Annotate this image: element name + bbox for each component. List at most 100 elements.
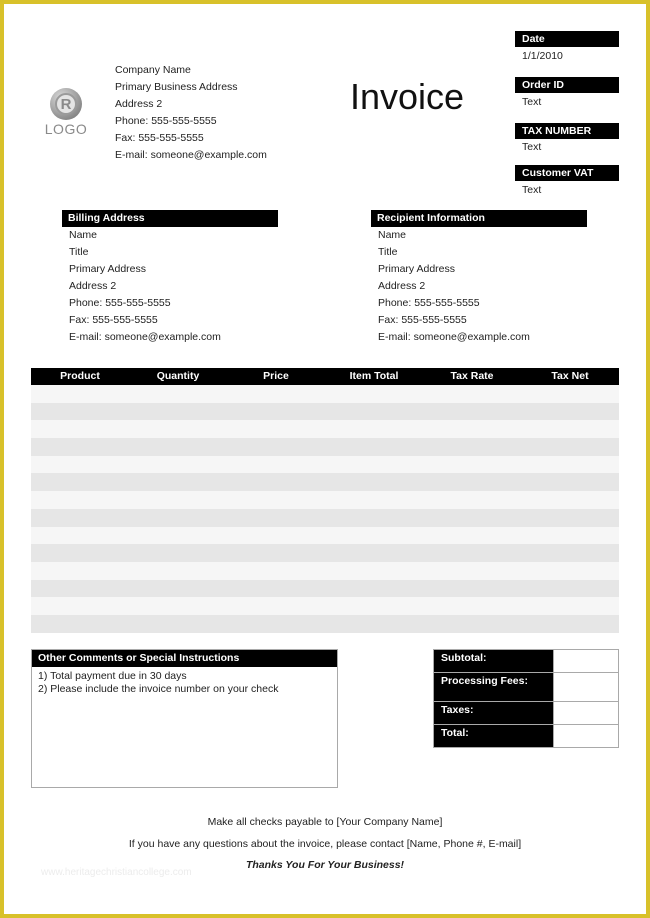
table-cell-product[interactable]	[31, 420, 129, 438]
recipient-phone[interactable]: Phone: 555-555-5555	[378, 295, 530, 312]
billing-email[interactable]: E-mail: someone@example.com	[69, 329, 221, 346]
billing-phone[interactable]: Phone: 555-555-5555	[69, 295, 221, 312]
processing-fees-value[interactable]	[552, 672, 620, 702]
table-cell-tax-rate[interactable]	[423, 456, 521, 474]
comments-text[interactable]: 1) Total payment due in 30 days 2) Pleas…	[32, 667, 337, 698]
recipient-address-2[interactable]: Address 2	[378, 278, 530, 295]
table-cell-tax-rate[interactable]	[423, 580, 521, 598]
table-cell-tax-net[interactable]	[521, 491, 619, 509]
table-cell-product[interactable]	[31, 527, 129, 545]
table-cell-tax-net[interactable]	[521, 615, 619, 633]
table-cell-price[interactable]	[227, 403, 325, 421]
table-cell-price[interactable]	[227, 509, 325, 527]
table-cell-quantity[interactable]	[129, 562, 227, 580]
table-cell-product[interactable]	[31, 562, 129, 580]
table-cell-tax-net[interactable]	[521, 438, 619, 456]
table-cell-tax-rate[interactable]	[423, 597, 521, 615]
billing-address-2[interactable]: Address 2	[69, 278, 221, 295]
table-cell-item-total[interactable]	[325, 527, 423, 545]
table-cell-quantity[interactable]	[129, 473, 227, 491]
table-cell-tax-rate[interactable]	[423, 509, 521, 527]
table-cell-price[interactable]	[227, 580, 325, 598]
table-cell-quantity[interactable]	[129, 438, 227, 456]
subtotal-value[interactable]	[552, 649, 620, 673]
table-cell-item-total[interactable]	[325, 473, 423, 491]
table-cell-tax-rate[interactable]	[423, 420, 521, 438]
table-cell-tax-net[interactable]	[521, 403, 619, 421]
table-cell-tax-rate[interactable]	[423, 438, 521, 456]
table-cell-tax-net[interactable]	[521, 580, 619, 598]
table-cell-item-total[interactable]	[325, 456, 423, 474]
table-cell-price[interactable]	[227, 562, 325, 580]
table-cell-tax-rate[interactable]	[423, 527, 521, 545]
table-cell-price[interactable]	[227, 456, 325, 474]
table-cell-product[interactable]	[31, 597, 129, 615]
table-cell-product[interactable]	[31, 473, 129, 491]
table-cell-quantity[interactable]	[129, 509, 227, 527]
table-cell-product[interactable]	[31, 385, 129, 403]
table-cell-item-total[interactable]	[325, 509, 423, 527]
taxes-value[interactable]	[552, 701, 620, 725]
table-cell-product[interactable]	[31, 456, 129, 474]
recipient-email[interactable]: E-mail: someone@example.com	[378, 329, 530, 346]
table-cell-price[interactable]	[227, 491, 325, 509]
table-cell-quantity[interactable]	[129, 580, 227, 598]
table-cell-tax-net[interactable]	[521, 562, 619, 580]
table-cell-tax-net[interactable]	[521, 527, 619, 545]
table-cell-quantity[interactable]	[129, 456, 227, 474]
table-cell-product[interactable]	[31, 438, 129, 456]
table-cell-tax-rate[interactable]	[423, 615, 521, 633]
table-cell-tax-rate[interactable]	[423, 562, 521, 580]
billing-fax[interactable]: Fax: 555-555-5555	[69, 312, 221, 329]
table-cell-price[interactable]	[227, 438, 325, 456]
table-cell-tax-net[interactable]	[521, 509, 619, 527]
table-cell-item-total[interactable]	[325, 597, 423, 615]
table-cell-product[interactable]	[31, 544, 129, 562]
billing-primary-address[interactable]: Primary Address	[69, 261, 221, 278]
recipient-title[interactable]: Title	[378, 244, 530, 261]
table-cell-price[interactable]	[227, 615, 325, 633]
billing-name[interactable]: Name	[69, 227, 221, 244]
table-cell-item-total[interactable]	[325, 385, 423, 403]
table-cell-price[interactable]	[227, 420, 325, 438]
table-cell-quantity[interactable]	[129, 527, 227, 545]
order-id-value[interactable]: Text	[522, 96, 541, 108]
table-cell-tax-net[interactable]	[521, 420, 619, 438]
table-cell-quantity[interactable]	[129, 597, 227, 615]
table-cell-item-total[interactable]	[325, 580, 423, 598]
billing-title[interactable]: Title	[69, 244, 221, 261]
table-cell-product[interactable]	[31, 491, 129, 509]
total-value[interactable]	[552, 724, 620, 748]
tax-number-value[interactable]: Text	[522, 141, 541, 153]
table-cell-tax-rate[interactable]	[423, 544, 521, 562]
table-cell-item-total[interactable]	[325, 403, 423, 421]
recipient-name[interactable]: Name	[378, 227, 530, 244]
table-cell-tax-net[interactable]	[521, 473, 619, 491]
table-cell-product[interactable]	[31, 580, 129, 598]
date-value[interactable]: 1/1/2010	[522, 50, 563, 62]
recipient-primary-address[interactable]: Primary Address	[378, 261, 530, 278]
table-cell-tax-net[interactable]	[521, 385, 619, 403]
table-cell-tax-rate[interactable]	[423, 473, 521, 491]
table-cell-tax-net[interactable]	[521, 597, 619, 615]
table-cell-price[interactable]	[227, 527, 325, 545]
table-cell-quantity[interactable]	[129, 491, 227, 509]
table-cell-item-total[interactable]	[325, 544, 423, 562]
table-cell-quantity[interactable]	[129, 420, 227, 438]
table-cell-item-total[interactable]	[325, 491, 423, 509]
table-cell-item-total[interactable]	[325, 562, 423, 580]
table-cell-tax-net[interactable]	[521, 456, 619, 474]
table-cell-price[interactable]	[227, 597, 325, 615]
table-cell-quantity[interactable]	[129, 544, 227, 562]
table-cell-tax-rate[interactable]	[423, 491, 521, 509]
table-cell-product[interactable]	[31, 615, 129, 633]
recipient-fax[interactable]: Fax: 555-555-5555	[378, 312, 530, 329]
table-cell-item-total[interactable]	[325, 615, 423, 633]
table-cell-tax-net[interactable]	[521, 544, 619, 562]
table-cell-price[interactable]	[227, 473, 325, 491]
table-cell-product[interactable]	[31, 403, 129, 421]
table-cell-product[interactable]	[31, 509, 129, 527]
table-cell-tax-rate[interactable]	[423, 403, 521, 421]
table-cell-price[interactable]	[227, 385, 325, 403]
table-cell-quantity[interactable]	[129, 615, 227, 633]
